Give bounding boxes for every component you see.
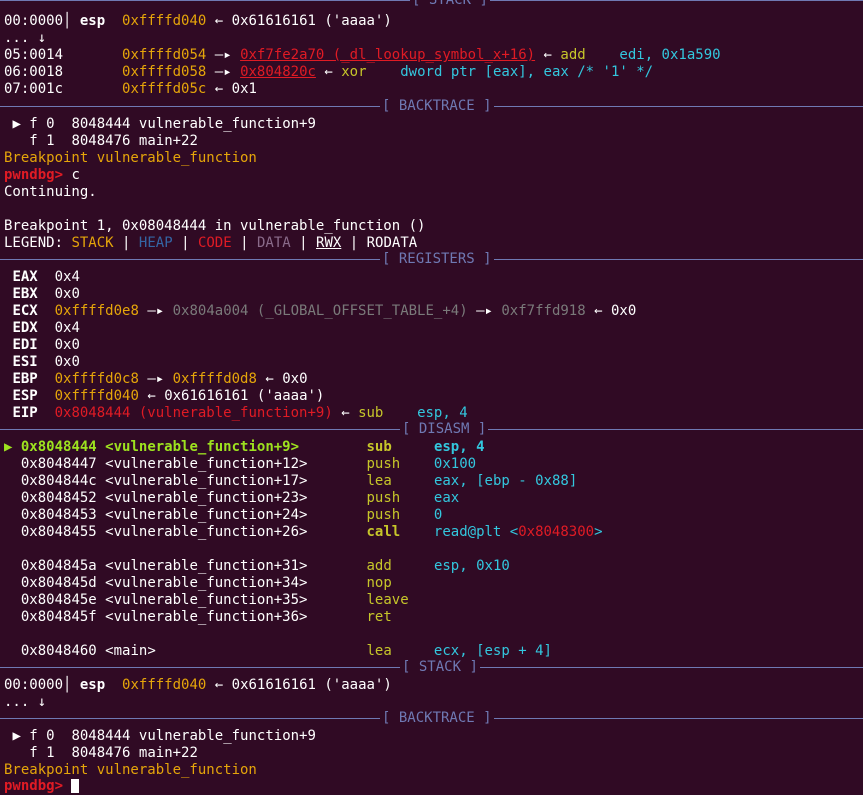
stack-line-5: 05:0014 0xffffd054 —▸ 0xf7fe2a70 (_dl_lo…: [4, 47, 721, 63]
current-instruction-marker: [4, 575, 12, 591]
register-ebx: EBX 0x0: [12, 286, 80, 302]
text-cursor: [71, 779, 80, 793]
stack-line-7: 07:001c 0xffffd05c ← 0x1: [4, 81, 257, 97]
register-eax: EAX 0x4: [12, 269, 80, 285]
registers-section-title: [ REGISTERS ]: [380, 251, 494, 268]
backtrace-section-title-2: [ BACKTRACE ]: [380, 710, 494, 727]
disasm-row: ▶ 0x8048444 <vulnerable_function+9> sub …: [4, 439, 485, 455]
disasm-row: 0x804845a <vulnerable_function+31> add e…: [4, 558, 510, 575]
continuing-line: Continuing.: [4, 184, 97, 200]
backtrace-frame-0: ▶ f 0 8048444 vulnerable_function+9: [12, 116, 316, 132]
disasm-row: 0x804845f <vulnerable_function+36> ret: [4, 609, 434, 626]
backtrace2-frame-0: ▶ f 0 8048444 vulnerable_function+9: [12, 728, 316, 744]
backtrace-section-title: [ BACKTRACE ]: [380, 98, 494, 115]
stack2-line-0: 00:0000│ esp 0xffffd040 ← 0x61616161 ('a…: [4, 677, 392, 693]
current-instruction-marker: [4, 643, 12, 659]
current-instruction-marker: [4, 456, 12, 472]
breakpoint-line-2: Breakpoint vulnerable_function: [4, 762, 257, 778]
stack-line-0: 00:0000│ esp 0xffffd040 ← 0x61616161 ('a…: [4, 13, 392, 29]
current-instruction-marker: [4, 507, 12, 523]
disasm-separator: [ DISASM ]: [0, 421, 863, 438]
current-instruction-marker: ▶: [4, 439, 13, 455]
legend-line: LEGEND: STACK | HEAP | CODE | DATA | RWX…: [4, 235, 418, 251]
stack-section-title: [ STACK ]: [410, 0, 490, 9]
registers-separator: [ REGISTERS ]: [0, 251, 863, 268]
current-instruction-marker: [4, 592, 12, 608]
stack-line-ellipsis: ... ↓: [4, 30, 47, 46]
disasm-row: 0x8048453 <vulnerable_function+24> push …: [4, 507, 442, 524]
current-instruction-marker: [4, 609, 12, 625]
register-edi: EDI 0x0: [12, 337, 80, 353]
current-instruction-marker: [4, 490, 12, 506]
current-instruction-marker: [4, 524, 12, 540]
current-instruction-marker: [4, 558, 12, 574]
stack-line-6: 06:0018 0xffffd058 —▸ 0x804820c ← xor dw…: [4, 64, 654, 80]
breakpoint-hit-line: Breakpoint 1, 0x08048444 in vulnerable_f…: [4, 218, 426, 234]
register-esp: ESP 0xffffd040 ← 0x61616161 ('aaaa'): [12, 388, 325, 404]
disasm-row: 0x804845d <vulnerable_function+34> nop: [4, 575, 434, 592]
stack2-line-ellipsis: ... ↓: [4, 694, 47, 710]
backtrace2-frame-1: f 1 8048476 main+22: [12, 745, 198, 761]
disasm-row: 0x8048460 <main> lea ecx, [esp + 4]: [4, 643, 552, 660]
terminal-window[interactable]: [ STACK ] 00:0000│ esp 0xffffd040 ← 0x61…: [0, 0, 863, 794]
disasm-row: 0x8048455 <vulnerable_function+26> call …: [4, 524, 603, 541]
register-ebp: EBP 0xffffd0c8 —▸ 0xffffd0d8 ← 0x0: [12, 371, 308, 387]
register-eip: EIP 0x8048444 (vulnerable_function+9) ← …: [12, 405, 468, 421]
input-line[interactable]: pwndbg>: [4, 778, 80, 795]
disasm-section-title: [ DISASM ]: [400, 421, 489, 438]
register-edx: EDX 0x4: [12, 320, 80, 336]
disasm-row: 0x804844c <vulnerable_function+17> lea e…: [4, 473, 577, 490]
backtrace-frame-1: f 1 8048476 main+22: [12, 133, 198, 149]
disasm-row: 0x804845e <vulnerable_function+35> leave: [4, 592, 434, 609]
backtrace-separator-1: [ BACKTRACE ]: [0, 98, 863, 115]
disasm-row: 0x8048452 <vulnerable_function+23> push …: [4, 490, 459, 507]
backtrace-separator-2: [ BACKTRACE ]: [0, 710, 863, 727]
disasm-row: 0x8048447 <vulnerable_function+12> push …: [4, 456, 476, 473]
stack-separator-top: [ STACK ]: [0, 0, 863, 9]
register-ecx: ECX 0xffffd0e8 —▸ 0x804a004 (_GLOBAL_OFF…: [12, 303, 637, 319]
current-instruction-marker: [4, 473, 12, 489]
stack-separator-bottom: [ STACK ]: [0, 659, 863, 676]
stack-section-title-2: [ STACK ]: [400, 659, 480, 676]
prompt-line: pwndbg> c: [4, 167, 80, 183]
breakpoint-line: Breakpoint vulnerable_function: [4, 150, 257, 166]
register-esi: ESI 0x0: [12, 354, 80, 370]
